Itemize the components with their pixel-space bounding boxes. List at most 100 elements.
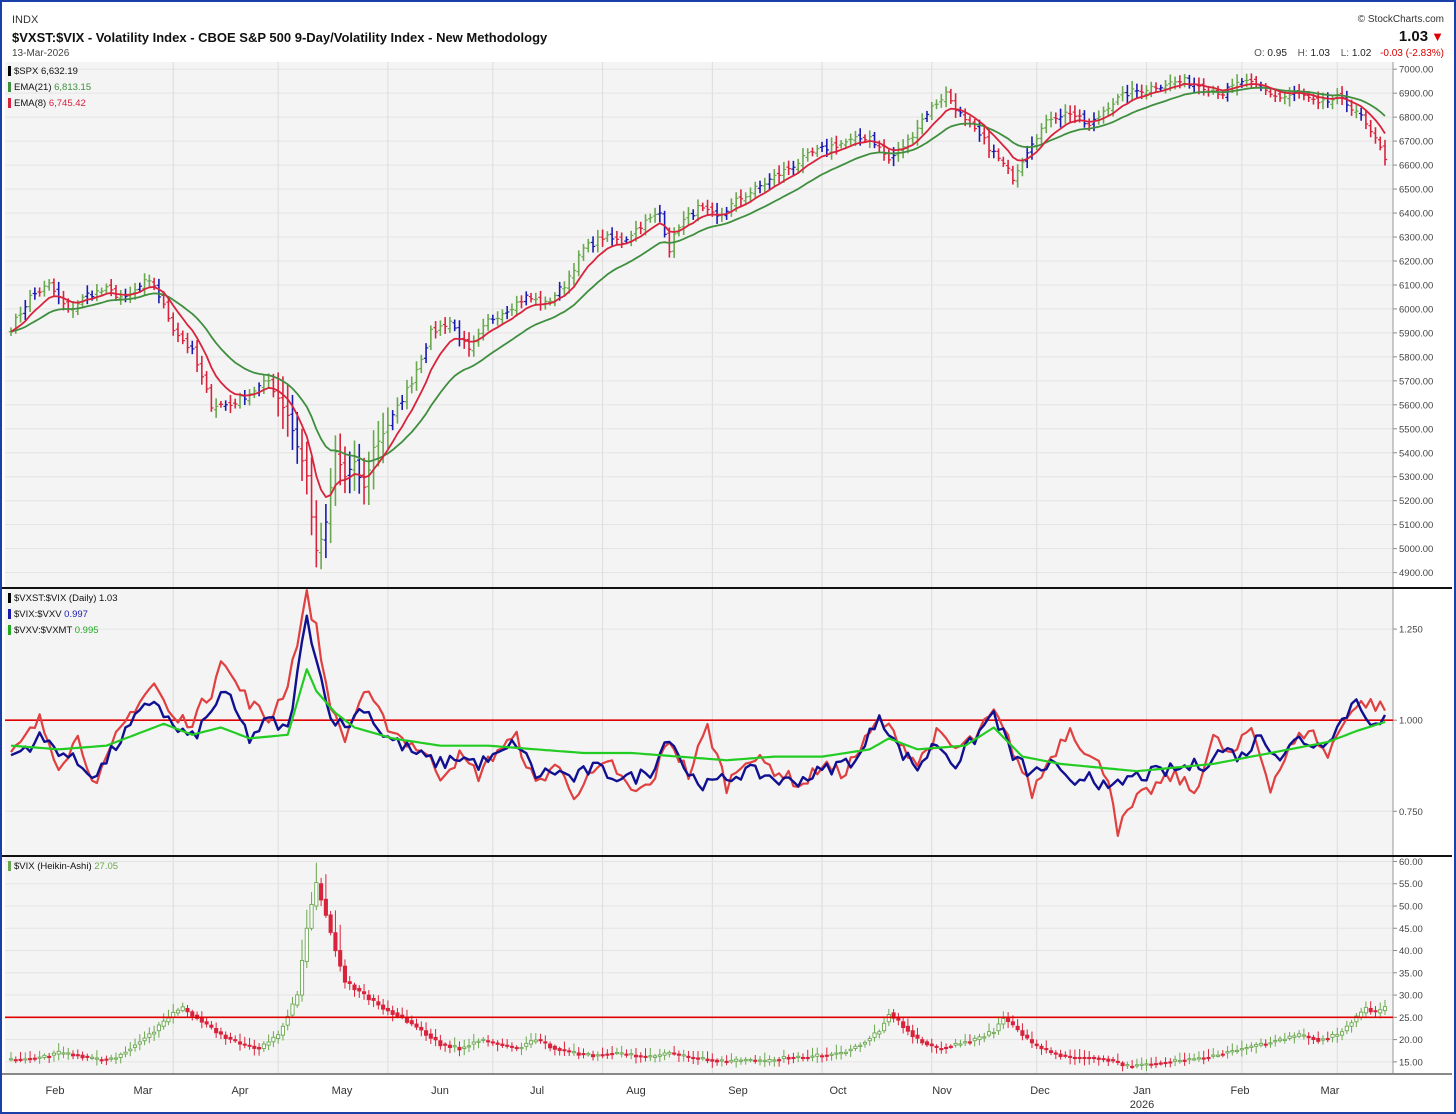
vix-candle-body xyxy=(1368,1007,1373,1013)
vix-candle-body xyxy=(614,1051,619,1055)
vix-candle-body xyxy=(104,1058,109,1061)
vix-candle-body xyxy=(338,950,343,967)
vix-candle-body xyxy=(719,1059,724,1062)
vix-candle-body xyxy=(185,1007,190,1013)
vix-candle-body xyxy=(266,1041,271,1046)
price-tick-label: 6000.00 xyxy=(1399,304,1433,315)
x-axis-month-label: Nov xyxy=(932,1085,952,1097)
vix-candle-body xyxy=(557,1048,562,1051)
price-tick-label: 6800.00 xyxy=(1399,113,1433,124)
vix-candle-body xyxy=(982,1036,987,1039)
vix-tick-label: 55.00 xyxy=(1399,879,1423,890)
vix-candle-body xyxy=(700,1057,705,1060)
vix-candle-body xyxy=(1187,1058,1192,1061)
vix-candle-body xyxy=(1235,1049,1240,1053)
vix-candle-body xyxy=(963,1041,968,1044)
vix-candle-body xyxy=(1230,1050,1235,1053)
vix-candle-body xyxy=(147,1033,152,1038)
vix-candle-body xyxy=(180,1006,185,1012)
vix-candle-body xyxy=(567,1050,572,1053)
vix-candle-body xyxy=(428,1033,433,1039)
vix-candle-body xyxy=(1287,1035,1292,1039)
vix-candle-body xyxy=(28,1058,33,1061)
vix-candle-body xyxy=(1039,1045,1044,1050)
vix-candle-body xyxy=(967,1041,972,1044)
vix-candle-body xyxy=(944,1046,949,1050)
vix-candle-body xyxy=(810,1055,815,1058)
vix-candle-body xyxy=(1091,1056,1097,1060)
vix-candle-body xyxy=(715,1059,720,1063)
vix-candle-body xyxy=(1149,1063,1154,1066)
vix-candle-body xyxy=(667,1051,672,1055)
vix-candle-body xyxy=(753,1059,758,1062)
price-tick-label: 5400.00 xyxy=(1399,448,1433,459)
vix-candle-body xyxy=(156,1024,161,1032)
price-legend-value: 6,632.19 xyxy=(41,66,78,77)
vix-candle-body xyxy=(886,1014,891,1023)
vix-candle-body xyxy=(991,1031,996,1035)
price-tick-label: 5700.00 xyxy=(1399,376,1433,387)
vix-candle-body xyxy=(910,1030,915,1038)
vix-candle-body xyxy=(357,987,362,992)
vix-candle-body xyxy=(519,1046,524,1050)
vix-candle-body xyxy=(209,1024,214,1028)
vix-candle-body xyxy=(276,1034,281,1039)
vix-candle-body xyxy=(1068,1055,1073,1058)
vix-candle-body xyxy=(1220,1053,1225,1056)
vix-tick-label: 35.00 xyxy=(1399,968,1423,979)
vix-candle-body xyxy=(476,1040,481,1043)
price-legend-name: $SPX 6,632.19 xyxy=(14,66,78,77)
ratio-legend-name: $VXV:$VXMT 0.995 xyxy=(14,625,99,636)
vix-candle-body xyxy=(977,1036,982,1041)
vix-candle-body xyxy=(1139,1063,1144,1066)
vix-candle-body xyxy=(834,1052,839,1055)
vix-candle-body xyxy=(1330,1034,1335,1038)
vix-candle-body xyxy=(610,1053,615,1056)
vix-candle-body xyxy=(805,1056,810,1060)
ratio-legend-value: 1.03 xyxy=(99,593,118,604)
vix-candle-body xyxy=(1029,1039,1035,1044)
vix-candle-body xyxy=(986,1031,992,1036)
vix-candle-body xyxy=(724,1060,729,1064)
vix-candle-body xyxy=(1158,1062,1163,1065)
vix-legend-name: $VIX (Heikin-Ashi) 27.05 xyxy=(14,861,118,872)
vix-candle-body xyxy=(37,1056,42,1059)
vix-candle-body xyxy=(490,1041,495,1044)
ratio-legend-name: $VIX:$VXV 0.997 xyxy=(14,609,88,620)
vix-candle-body xyxy=(462,1046,467,1049)
vix-candle-body xyxy=(152,1031,157,1035)
x-axis-month-label: Apr xyxy=(231,1085,248,1097)
vix-candle-body xyxy=(261,1043,266,1049)
vix-candle-body xyxy=(257,1046,262,1050)
vix-candle-body xyxy=(94,1057,99,1060)
vix-candle-body xyxy=(996,1023,1001,1032)
chart-canvas[interactable]: 7000.00 6900.00 6800.00 6700.00 6600.00 6500.… xyxy=(0,0,1456,1114)
vix-candle-body xyxy=(1344,1025,1349,1032)
vix-candle-body xyxy=(342,965,348,983)
vix-candle-body xyxy=(323,898,328,916)
vix-candle-body xyxy=(657,1054,662,1057)
vix-candle-body xyxy=(199,1017,204,1023)
vix-candle-body xyxy=(61,1052,66,1055)
vix-candle-body xyxy=(290,1003,295,1016)
vix-candle-body xyxy=(629,1053,634,1056)
vix-candle-body xyxy=(800,1056,806,1060)
vix-candle-body xyxy=(1244,1047,1249,1050)
vix-candle-body xyxy=(109,1057,114,1060)
vix-candle-body xyxy=(796,1055,801,1058)
vix-candle-body xyxy=(672,1052,677,1055)
vix-candle-body xyxy=(1263,1043,1268,1046)
vix-candle-body xyxy=(505,1044,510,1047)
vix-candle-body xyxy=(99,1059,104,1062)
vix-candle-body xyxy=(47,1055,52,1058)
price-tick-label: 5000.00 xyxy=(1399,544,1433,555)
vix-candle-body xyxy=(223,1034,228,1039)
vix-candle-body xyxy=(481,1038,486,1041)
vix-candle-body xyxy=(1163,1061,1168,1065)
vix-candle-body xyxy=(872,1032,877,1038)
vix-candle-body xyxy=(1106,1058,1111,1062)
vix-tick-label: 20.00 xyxy=(1399,1035,1423,1046)
vix-candle-body xyxy=(1335,1034,1340,1037)
vix-candle-body xyxy=(1168,1061,1173,1064)
vix-candle-body xyxy=(929,1043,934,1047)
